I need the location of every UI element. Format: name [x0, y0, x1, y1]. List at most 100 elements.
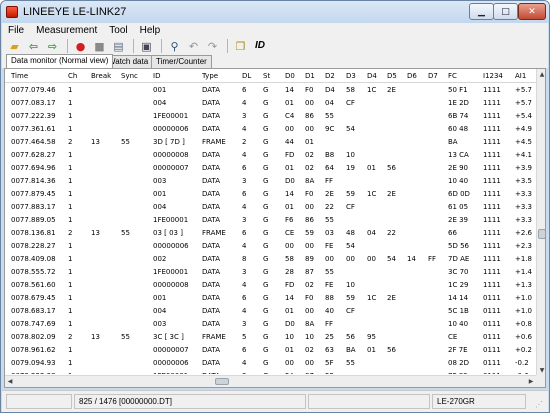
- column-header-d2[interactable]: D2: [325, 69, 345, 83]
- tab-data-monitor[interactable]: Data monitor (Normal view): [6, 54, 114, 68]
- id-filter-button[interactable]: ID: [251, 38, 269, 54]
- column-header-time[interactable]: Time: [11, 69, 71, 83]
- table-row[interactable]: 0077.464.58 2 13 55 3D [ 7D ] FRAME 2 G 44 01 BA 11…: [5, 136, 536, 149]
- column-header-fc[interactable]: FC: [448, 69, 482, 83]
- cell-type: DATA: [202, 359, 221, 367]
- table-row[interactable]: 0077.222.39 1 1FE00001 DATA 3 G C4 86 55 6B 74 111…: [5, 110, 536, 123]
- cell-type: DATA: [202, 190, 221, 198]
- table-row[interactable]: 0077.083.17 1 004 DATA 4 G 01 00 04 CF 1E 2D 1111 +5…: [5, 97, 536, 110]
- cell-ch: 1: [68, 151, 73, 159]
- table-row[interactable]: 0078.683.17 1 004 DATA 4 G 01 00 40 CF 5C 1B 0111 +1…: [5, 305, 536, 318]
- cell-type: DATA: [202, 125, 221, 133]
- column-header-d5[interactable]: D5: [387, 69, 407, 83]
- cell-d4: 1C: [367, 190, 377, 198]
- vertical-scroll-thumb[interactable]: [538, 229, 545, 239]
- column-header-st[interactable]: St: [263, 69, 281, 83]
- cell-d0: 00: [285, 242, 294, 250]
- table-row[interactable]: 0078.409.08 1 002 DATA 8 G 58 89 00 00 00 54 14 FF 7D …: [5, 253, 536, 266]
- cell-ch: 1: [68, 255, 73, 263]
- table-row[interactable]: 0078.228.27 1 00000006 DATA 4 G 00 00 FE 54 5D 56 1…: [5, 240, 536, 253]
- cell-fc: 13 CA: [448, 151, 469, 159]
- cell-d2: 04: [325, 99, 334, 107]
- cell-type: DATA: [202, 151, 221, 159]
- table-row[interactable]: 0077.883.17 1 004 DATA 4 G 01 00 22 CF 61 05 1111 +3…: [5, 201, 536, 214]
- cell-i1234: 0111: [483, 320, 501, 328]
- search-prev-button[interactable]: ↶: [185, 38, 202, 54]
- menu-help[interactable]: Help: [134, 25, 167, 36]
- column-header-i1234[interactable]: I1234: [483, 69, 513, 83]
- menu-measurement[interactable]: Measurement: [30, 25, 103, 36]
- scroll-left-icon[interactable]: ◀: [5, 376, 15, 387]
- table-row[interactable]: 0078.136.81 2 13 55 03 [ 03 ] FRAME 6 G CE 59 03 48…: [5, 227, 536, 240]
- column-header-break[interactable]: Break: [91, 69, 119, 83]
- cell-d0: FD: [285, 281, 295, 289]
- cell-ch: 1: [68, 99, 73, 107]
- column-header-d1[interactable]: D1: [305, 69, 325, 83]
- menu-file[interactable]: File: [2, 25, 30, 36]
- column-header-id[interactable]: ID: [153, 69, 201, 83]
- table-row[interactable]: 0078.679.45 1 001 DATA 6 G 14 F0 88 59 1C 2E 14 14 01…: [5, 292, 536, 305]
- cell-d1: 00: [305, 125, 314, 133]
- table-row[interactable]: 0077.694.96 1 00000007 DATA 6 G 01 02 64 19 01 56 2E…: [5, 162, 536, 175]
- cell-type: DATA: [202, 112, 221, 120]
- column-header-dl[interactable]: DL: [242, 69, 260, 83]
- print-button[interactable]: ▣: [138, 38, 155, 54]
- cell-fc: 1C 29: [448, 281, 469, 289]
- column-header-ai1[interactable]: AI1: [515, 69, 537, 83]
- vertical-scrollbar[interactable]: ▲ ▼: [536, 69, 545, 375]
- column-header-d4[interactable]: D4: [367, 69, 387, 83]
- search-button[interactable]: ⚲: [166, 38, 183, 54]
- table-row[interactable]: 0078.802.09 2 13 55 3C [ 3C ] FRAME 5 G 10 10 25 56…: [5, 331, 536, 344]
- display-button[interactable]: ▤: [110, 38, 127, 54]
- app-logo-icon: [6, 6, 18, 18]
- cell-fc: 2E 90: [448, 164, 469, 172]
- close-button[interactable]: ✕: [518, 3, 546, 20]
- table-row[interactable]: 0078.561.60 1 00000008 DATA 4 G FD 02 FE 10 1C 29 1…: [5, 279, 536, 292]
- cell-dl: 2: [242, 138, 247, 146]
- record-button[interactable]: ●: [72, 38, 89, 54]
- table-body: 0077.079.46 1 001 DATA 6 G 14 F0 D4 58 1C 2E 50 F1 11…: [5, 84, 536, 374]
- table-row[interactable]: 0077.628.27 1 00000008 DATA 4 G FD 02 B8 10 13 CA 1…: [5, 149, 536, 162]
- title-bar[interactable]: LINEEYE LE-LINK27 ▁ □ ✕: [1, 1, 549, 23]
- resize-grip-icon[interactable]: ⋰: [535, 400, 545, 410]
- column-header-type[interactable]: Type: [202, 69, 238, 83]
- stop-button[interactable]: ■: [91, 38, 108, 54]
- cell-d3: 10: [346, 151, 355, 159]
- horizontal-scroll-thumb[interactable]: [215, 378, 229, 385]
- app-window: LINEEYE LE-LINK27 ▁ □ ✕ File Measurement…: [0, 0, 550, 413]
- table-row[interactable]: 0077.889.05 1 1FE00001 DATA 3 G F6 86 55 2E 39 111…: [5, 214, 536, 227]
- table-row[interactable]: 0078.961.62 1 00000007 DATA 6 G 01 02 63 BA 01 56 2F…: [5, 344, 536, 357]
- menu-tool[interactable]: Tool: [103, 25, 133, 36]
- cell-d3: CF: [346, 203, 355, 211]
- copy-button[interactable]: ❐: [232, 38, 249, 54]
- scroll-right-icon[interactable]: ▶: [526, 376, 536, 387]
- column-header-d3[interactable]: D3: [346, 69, 366, 83]
- table-row[interactable]: 0077.079.46 1 001 DATA 6 G 14 F0 D4 58 1C 2E 50 F1 11…: [5, 84, 536, 97]
- cell-time: 0077.464.58: [11, 138, 56, 146]
- cell-ch: 1: [68, 125, 73, 133]
- cell-id: 00000006: [153, 359, 189, 367]
- forward-button[interactable]: ⇨: [44, 38, 61, 54]
- column-header-d7[interactable]: D7: [428, 69, 448, 83]
- table-row[interactable]: 0078.555.72 1 1FE00001 DATA 3 G 28 87 55 3C 70 111…: [5, 266, 536, 279]
- minimize-button[interactable]: ▁: [469, 3, 494, 20]
- column-header-ch[interactable]: Ch: [68, 69, 86, 83]
- cell-d3: 48: [346, 229, 355, 237]
- table-row[interactable]: 0077.879.45 1 001 DATA 6 G 14 F0 2E 59 1C 2E 6D 0D 11…: [5, 188, 536, 201]
- column-header-d6[interactable]: D6: [407, 69, 427, 83]
- horizontal-scrollbar[interactable]: ◀ ▶: [5, 375, 536, 387]
- table-row[interactable]: 0077.361.61 1 00000006 DATA 4 G 00 00 9C 54 60 48 1…: [5, 123, 536, 136]
- column-header-sync[interactable]: Sync: [121, 69, 145, 83]
- back-button[interactable]: ⇦: [25, 38, 42, 54]
- table-row[interactable]: 0079.094.93 1 00000006 DATA 4 G 00 00 5F 55 08 2D 0…: [5, 357, 536, 370]
- scroll-down-icon[interactable]: ▼: [537, 365, 545, 375]
- column-header-d0[interactable]: D0: [285, 69, 305, 83]
- search-next-button[interactable]: ↷: [204, 38, 221, 54]
- table-row[interactable]: 0079.222.381 1FE00001DATA 3G 5A8755 7F 83011…: [5, 370, 536, 374]
- table-row[interactable]: 0078.747.69 1 003 DATA 3 G D0 8A FF 10 40 0111 +0.8: [5, 318, 536, 331]
- tab-timer-counter[interactable]: Timer/Counter: [151, 55, 212, 68]
- scroll-up-icon[interactable]: ▲: [537, 69, 545, 79]
- open-folder-button[interactable]: ▰: [6, 38, 23, 54]
- table-row[interactable]: 0077.814.36 1 003 DATA 3 G D0 8A FF 10 40 1111 +3.5: [5, 175, 536, 188]
- maximize-button[interactable]: □: [493, 3, 518, 20]
